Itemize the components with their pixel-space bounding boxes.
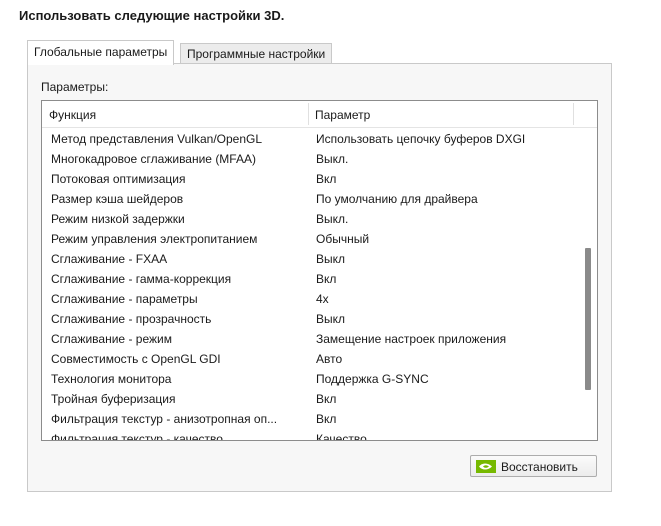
column-header-function[interactable]: Функция: [49, 108, 96, 122]
column-divider[interactable]: [573, 103, 574, 125]
function-cell: Размер кэша шейдеров: [51, 192, 184, 206]
table-row[interactable]: Сглаживание - режим Замещение настроек пр…: [42, 329, 580, 349]
table-row[interactable]: Режим низкой задержки Выкл.: [42, 209, 580, 229]
function-cell: Сглаживание - FXAA: [51, 252, 168, 266]
function-cell: Фильтрация текстур - анизотропная оп...: [51, 412, 278, 426]
restore-button-label: Восстановить: [501, 460, 578, 474]
grid-header: Функция Параметр: [42, 101, 597, 128]
value-cell[interactable]: Качество: [316, 432, 367, 440]
table-row[interactable]: Сглаживание - гамма-коррекция Вкл: [42, 269, 580, 289]
tab-global-settings[interactable]: Глобальные параметры: [27, 40, 175, 65]
value-cell[interactable]: Выкл.: [316, 212, 348, 226]
value-cell[interactable]: По умолчанию для драйвера: [316, 192, 478, 206]
function-cell: Сглаживание - параметры: [51, 292, 198, 306]
value-cell[interactable]: Поддержка G-SYNC: [316, 372, 429, 386]
value-cell[interactable]: Вкл: [316, 412, 336, 426]
function-cell: Сглаживание - прозрачность: [51, 312, 212, 326]
value-cell[interactable]: Выкл: [316, 312, 345, 326]
function-cell: Фильтрация текстур - качество: [51, 432, 223, 441]
value-cell[interactable]: Вкл: [316, 392, 336, 406]
function-cell: Режим управления электропитанием: [51, 232, 258, 246]
function-cell: Потоковая оптимизация: [51, 172, 186, 186]
table-row[interactable]: Потоковая оптимизация Вкл: [42, 169, 580, 189]
table-row[interactable]: Сглаживание - прозрачность Выкл: [42, 309, 580, 329]
tab-program-settings[interactable]: Программные настройки: [180, 43, 333, 64]
column-header-value[interactable]: Параметр: [315, 108, 370, 122]
table-row[interactable]: Фильтрация текстур - качество Качество: [42, 429, 580, 441]
table-row[interactable]: Сглаживание - параметры 4x: [42, 289, 580, 309]
parameters-label: Параметры:: [41, 80, 109, 94]
value-cell[interactable]: Обычный: [316, 232, 369, 246]
function-cell: Режим низкой задержки: [51, 212, 185, 226]
vertical-scrollbar[interactable]: [581, 128, 597, 440]
function-cell: Технология монитора: [51, 372, 172, 386]
value-cell[interactable]: Использовать цепочку буферов DXGI: [316, 132, 525, 146]
table-row[interactable]: Совместимость с OpenGL GDI Авто: [42, 349, 580, 369]
table-row[interactable]: Сглаживание - FXAA Выкл: [42, 249, 580, 269]
value-cell[interactable]: Вкл: [316, 272, 336, 286]
restore-button[interactable]: Восстановить: [470, 455, 597, 477]
table-row[interactable]: Многокадровое сглаживание (MFAA) Выкл.: [42, 149, 580, 169]
function-cell: Сглаживание - режим: [51, 332, 172, 346]
column-divider[interactable]: [308, 103, 309, 125]
function-cell: Совместимость с OpenGL GDI: [51, 352, 221, 366]
page-heading: Использовать следующие настройки 3D.: [19, 8, 285, 23]
value-cell[interactable]: Выкл.: [316, 152, 348, 166]
settings-grid[interactable]: Функция Параметр Метод представления Vul…: [41, 100, 598, 441]
table-row[interactable]: Метод представления Vulkan/OpenGL Использ…: [42, 129, 580, 149]
settings-panel: Параметры: Функция Параметр Метод предст…: [27, 63, 612, 492]
table-row[interactable]: Тройная буферизация Вкл: [42, 389, 580, 409]
nvidia-logo-icon: [476, 460, 496, 473]
function-cell: Сглаживание - гамма-коррекция: [51, 272, 232, 286]
tab-bar: Глобальные параметры Программные настрой…: [27, 40, 611, 65]
grid-rows: Метод представления Vulkan/OpenGL Использ…: [42, 129, 580, 441]
value-cell[interactable]: 4x: [316, 292, 329, 306]
value-cell[interactable]: Выкл: [316, 252, 345, 266]
value-cell[interactable]: Вкл: [316, 172, 336, 186]
table-row[interactable]: Технология монитора Поддержка G-SYNC: [42, 369, 580, 389]
table-row[interactable]: Режим управления электропитанием Обычный: [42, 229, 580, 249]
table-row[interactable]: Фильтрация текстур - анизотропная оп... В…: [42, 409, 580, 429]
value-cell[interactable]: Замещение настроек приложения: [316, 332, 506, 346]
table-row[interactable]: Размер кэша шейдеров По умолчанию для дра…: [42, 189, 580, 209]
value-cell[interactable]: Авто: [316, 352, 342, 366]
function-cell: Метод представления Vulkan/OpenGL: [51, 132, 263, 146]
function-cell: Тройная буферизация: [51, 392, 176, 406]
function-cell: Многокадровое сглаживание (MFAA): [51, 152, 256, 166]
scrollbar-thumb[interactable]: [585, 248, 591, 390]
